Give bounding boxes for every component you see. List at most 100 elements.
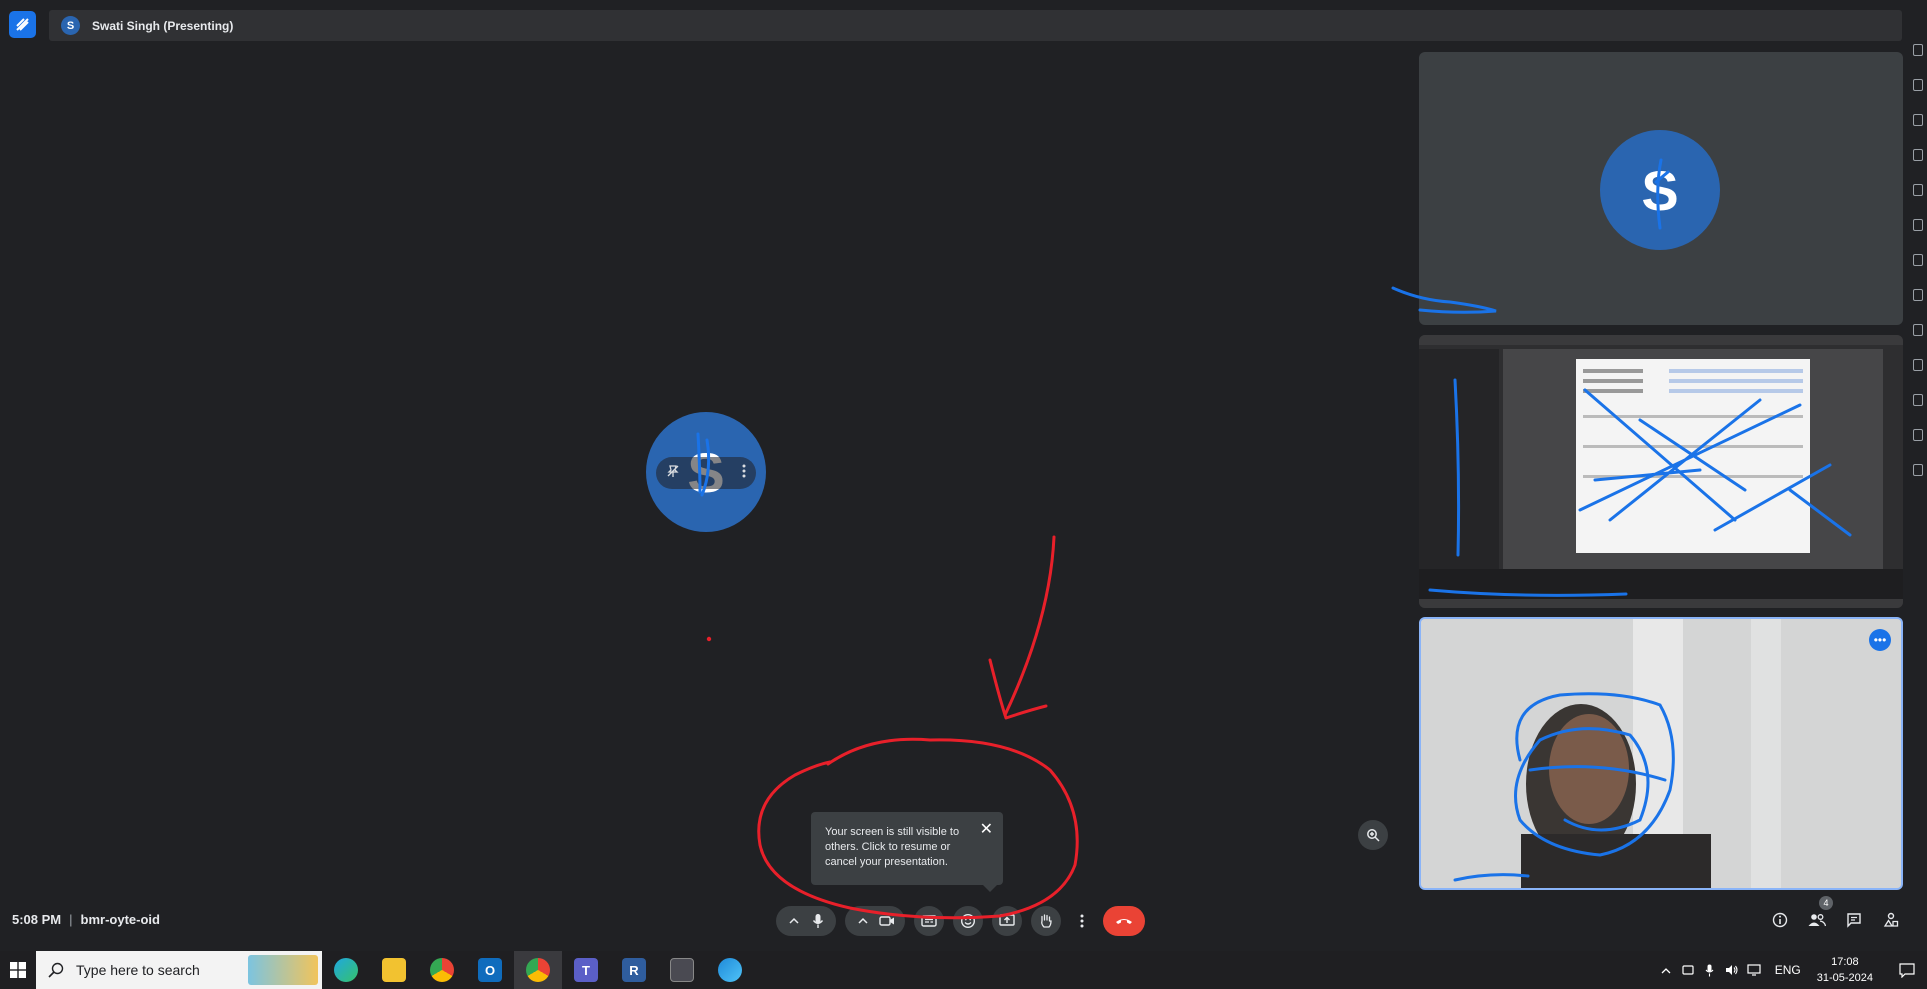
present-screen-icon xyxy=(999,914,1015,926)
taskbar-app-chrome[interactable] xyxy=(418,951,466,989)
notification-icon xyxy=(1899,962,1915,978)
participant-tile-camera[interactable]: ••• xyxy=(1419,617,1903,890)
presenter-avatar: S xyxy=(61,16,80,35)
meeting-details-button[interactable] xyxy=(1766,906,1794,934)
reactions-button[interactable] xyxy=(953,906,983,936)
leave-call-button[interactable] xyxy=(1103,906,1145,936)
people-icon xyxy=(1808,914,1826,927)
taskbar-clock[interactable]: 17:08 31-05-2024 xyxy=(1817,954,1873,986)
people-button[interactable]: 4 xyxy=(1803,896,1833,934)
mic-control-group xyxy=(776,906,836,936)
taskbar-app-edge-beta[interactable] xyxy=(706,951,754,989)
notifications-button[interactable] xyxy=(1887,951,1927,989)
more-options-icon[interactable] xyxy=(742,464,746,483)
meet-tray-icon[interactable] xyxy=(1677,951,1699,989)
tile-avatar: S xyxy=(1600,130,1720,250)
input-language[interactable]: ENG xyxy=(1775,963,1801,977)
emoji-icon xyxy=(960,913,976,929)
side-panel-icon[interactable] xyxy=(1913,464,1923,476)
side-panel-icon[interactable] xyxy=(1913,394,1923,406)
calculator-icon xyxy=(670,958,694,982)
presentation-bar: S Swati Singh (Presenting) xyxy=(49,10,1902,41)
taskbar-app-r[interactable]: R xyxy=(610,951,658,989)
taskbar-app-chrome-active[interactable] xyxy=(514,951,562,989)
audio-settings-chevron-icon[interactable] xyxy=(782,906,806,936)
camera-feed xyxy=(1421,619,1901,888)
teams-icon: T xyxy=(574,958,598,982)
meeting-info: 5:08 PM | bmr-oyte-oid xyxy=(12,912,160,927)
side-panel-icon[interactable] xyxy=(1913,429,1923,441)
taskbar-app-teams[interactable]: T xyxy=(562,951,610,989)
taskbar-app-edge[interactable] xyxy=(322,951,370,989)
meeting-side-controls: 4 xyxy=(1766,896,1914,934)
captions-button[interactable] xyxy=(914,906,944,936)
windows-taskbar: Type here to search O T R ENG 17:08 31-0… xyxy=(0,951,1927,989)
participant-tile-screen-share[interactable] xyxy=(1419,335,1903,608)
camera-icon xyxy=(879,916,894,926)
network-icon[interactable] xyxy=(1743,951,1765,989)
meeting-code: bmr-oyte-oid xyxy=(80,912,160,927)
camera-button[interactable] xyxy=(875,906,899,936)
participant-tile-1[interactable]: S xyxy=(1419,52,1903,325)
taskbar-search-box[interactable]: Type here to search xyxy=(36,951,322,989)
microphone-tray-icon[interactable] xyxy=(1699,951,1721,989)
activities-button[interactable] xyxy=(1877,906,1905,934)
taskbar-app-file-explorer[interactable] xyxy=(370,951,418,989)
windows-logo-icon xyxy=(10,962,26,978)
presenter-label: Swati Singh (Presenting) xyxy=(92,18,234,33)
meeting-separator: | xyxy=(69,912,73,927)
side-panel-icon[interactable] xyxy=(1913,79,1923,91)
unpin-icon[interactable] xyxy=(666,464,680,483)
raise-hand-button[interactable] xyxy=(1031,906,1061,936)
tile-more-options-button[interactable]: ••• xyxy=(1869,629,1891,651)
hang-up-icon xyxy=(1116,919,1132,924)
chat-icon xyxy=(1847,913,1861,928)
present-screen-button[interactable] xyxy=(992,906,1022,936)
captions-icon xyxy=(921,915,937,927)
tooltip-caret xyxy=(983,885,997,892)
tooltip-close-button[interactable]: ✕ xyxy=(980,822,993,838)
side-panel-icon[interactable] xyxy=(1913,184,1923,196)
start-button[interactable] xyxy=(0,951,36,989)
taskbar-app-calculator[interactable] xyxy=(658,951,706,989)
outlook-icon: O xyxy=(478,958,502,982)
side-panel-strip xyxy=(1910,44,1927,944)
edge-beta-icon xyxy=(718,958,742,982)
taskbar-app-outlook[interactable]: O xyxy=(466,951,514,989)
clock-time: 17:08 xyxy=(1831,956,1859,968)
search-placeholder: Type here to search xyxy=(76,962,200,978)
zoom-button[interactable] xyxy=(1358,820,1388,850)
folder-icon xyxy=(382,958,406,982)
red-ink-dot xyxy=(706,636,712,642)
microphone-icon xyxy=(812,914,824,928)
chrome-icon xyxy=(526,958,550,982)
r-app-icon: R xyxy=(622,958,646,982)
call-controls xyxy=(776,906,1145,936)
side-panel-icon[interactable] xyxy=(1913,219,1923,231)
info-icon xyxy=(1772,912,1788,928)
side-panel-icon[interactable] xyxy=(1913,254,1923,266)
app-logo-icon[interactable] xyxy=(9,11,36,38)
search-icon xyxy=(48,962,64,978)
side-panel-icon[interactable] xyxy=(1913,324,1923,336)
zoom-in-icon xyxy=(1367,829,1380,842)
meeting-time: 5:08 PM xyxy=(12,912,62,927)
presentation-tooltip: Your screen is still visible to others. … xyxy=(811,812,1003,892)
shared-screen-thumbnail xyxy=(1419,335,1903,608)
side-panel-icon[interactable] xyxy=(1913,114,1923,126)
stage-hover-controls xyxy=(656,457,756,489)
video-settings-chevron-icon[interactable] xyxy=(851,906,875,936)
side-panel-icon[interactable] xyxy=(1913,359,1923,371)
show-hidden-icons-chevron-icon[interactable] xyxy=(1655,951,1677,989)
side-panel-icon[interactable] xyxy=(1913,289,1923,301)
more-options-button[interactable] xyxy=(1070,906,1094,936)
speaker-icon[interactable] xyxy=(1721,951,1743,989)
microphone-button[interactable] xyxy=(806,906,830,936)
system-tray: ENG 17:08 31-05-2024 xyxy=(1655,951,1927,989)
chat-button[interactable] xyxy=(1840,906,1868,934)
side-panel-icon[interactable] xyxy=(1913,149,1923,161)
side-panel-icon[interactable] xyxy=(1913,44,1923,56)
tooltip-text: Your screen is still visible to others. … xyxy=(825,826,960,868)
search-highlight-image xyxy=(248,955,318,985)
edge-icon xyxy=(334,958,358,982)
